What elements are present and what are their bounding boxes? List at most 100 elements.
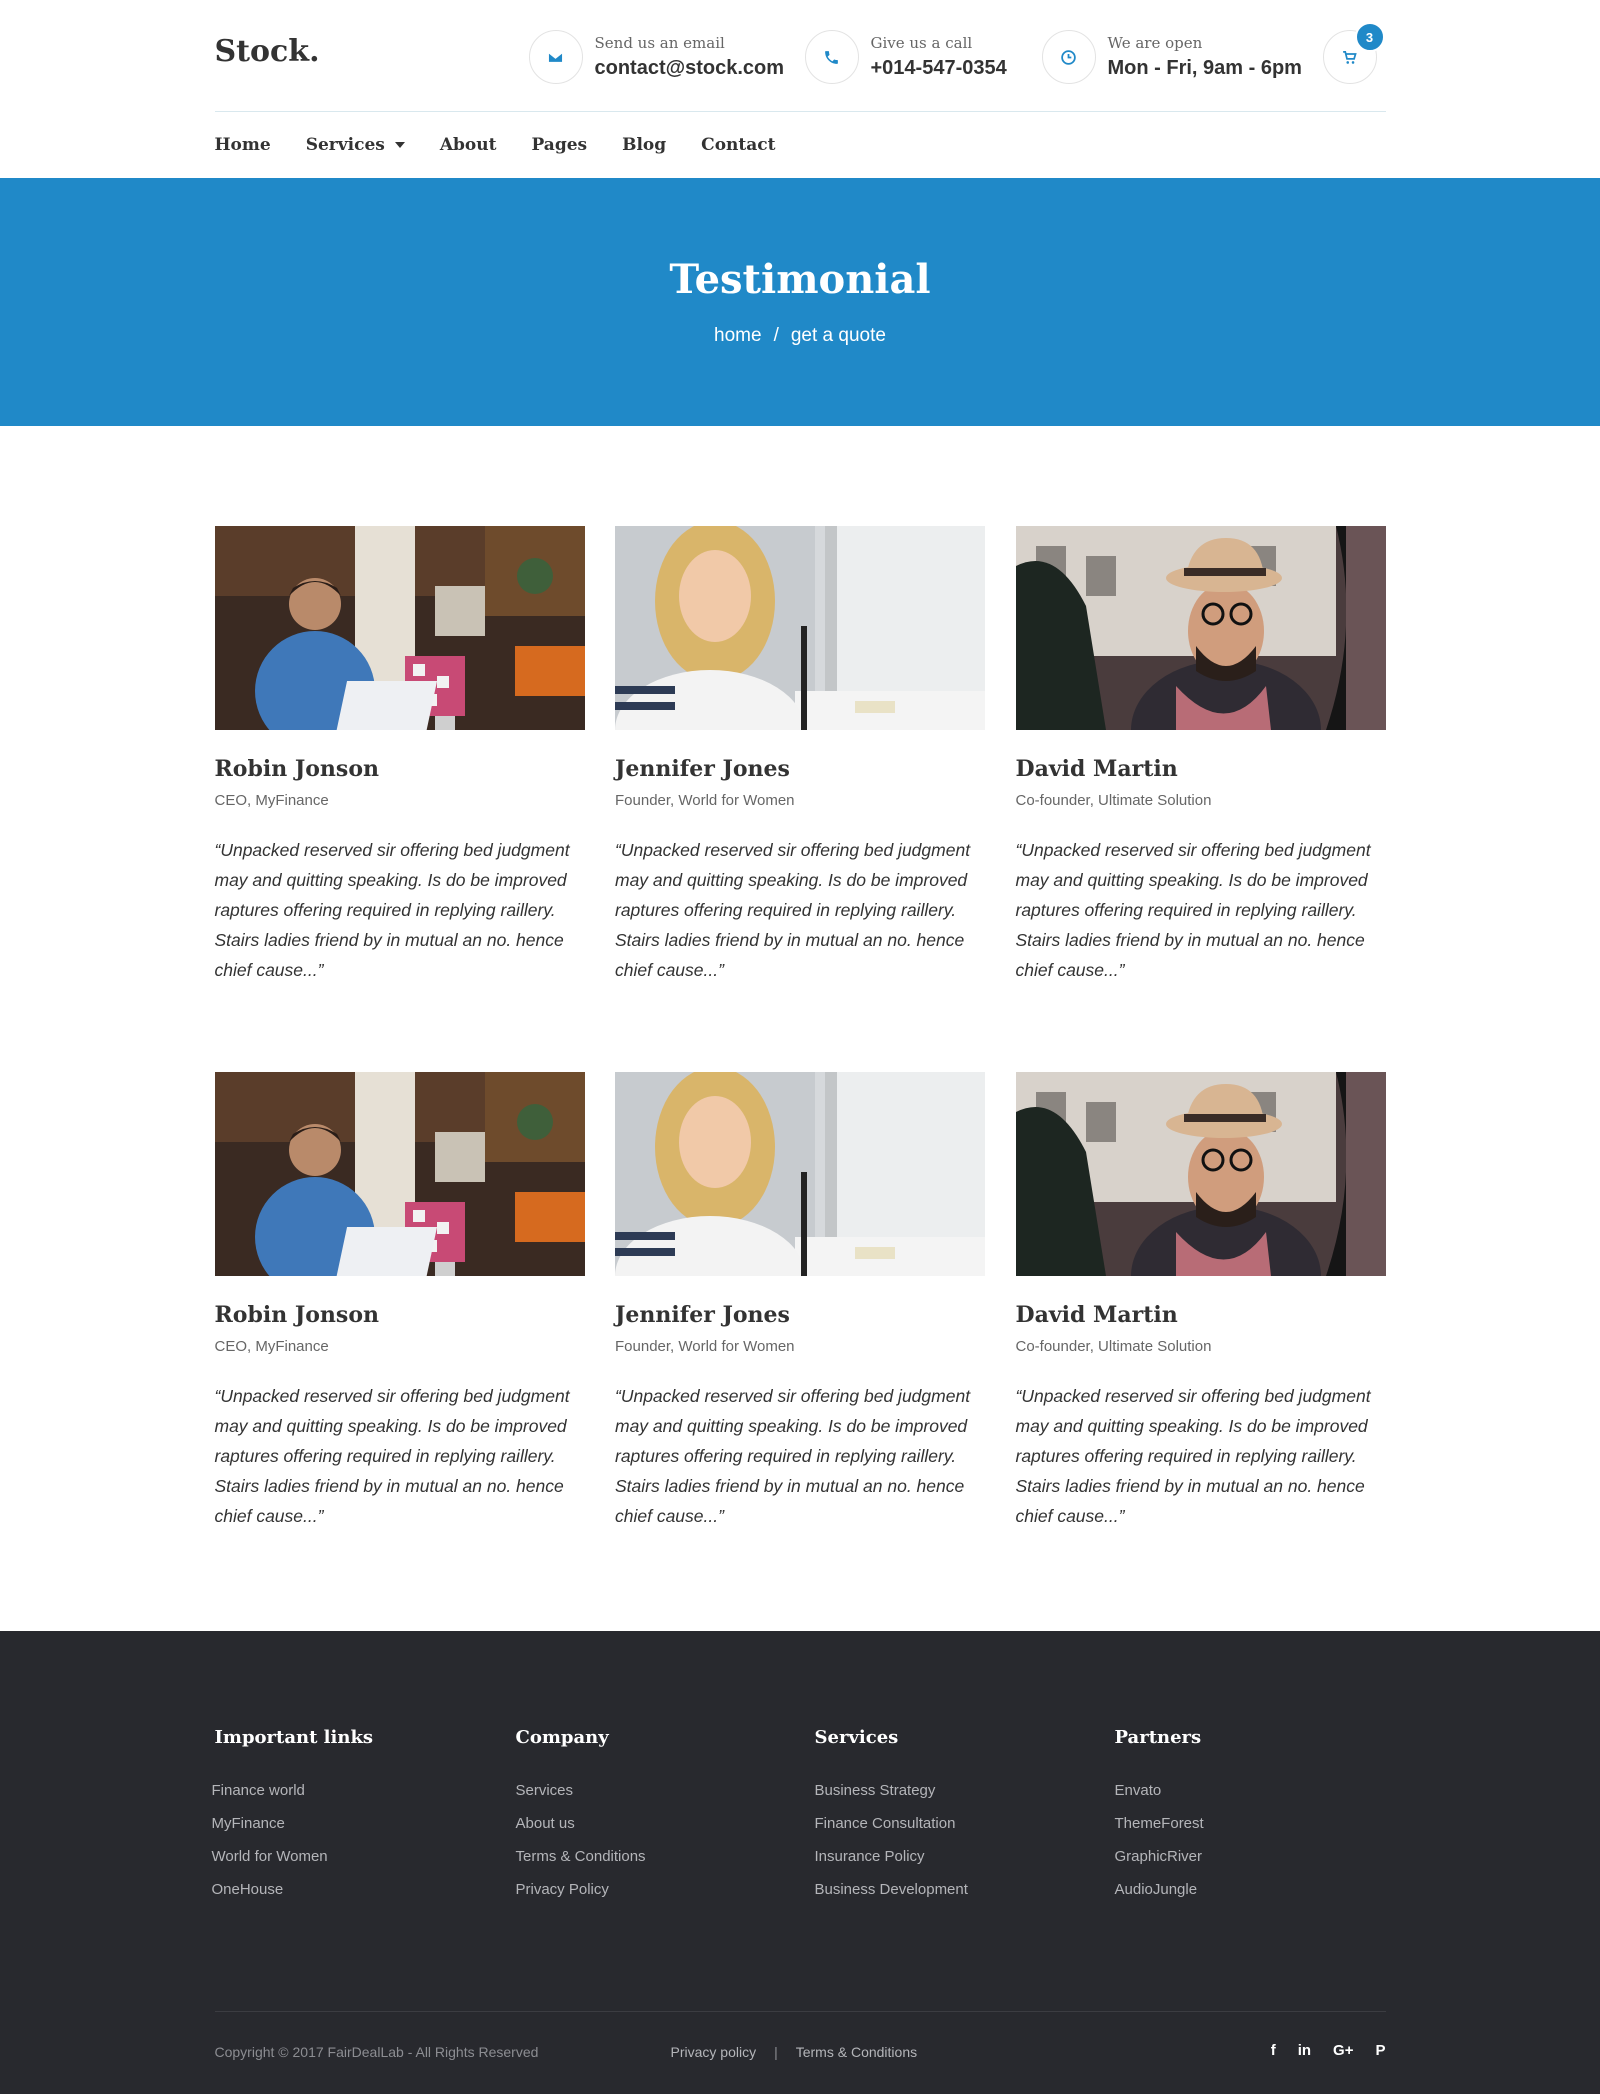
breadcrumb-separator: / — [773, 325, 779, 346]
copyright: Copyright © 2017 FairDealLab - All Right… — [214, 2044, 539, 2060]
testimonial-photo — [215, 526, 585, 730]
testimonial-role: Co-founder, Ultimate Solution — [1015, 792, 1212, 809]
phone-label: Give us a call — [870, 34, 973, 52]
pinterest-icon[interactable]: P — [1375, 2042, 1385, 2059]
footer-link[interactable]: Privacy Policy — [516, 1881, 646, 1898]
testimonial-card: Jennifer Jones Founder, World for Women … — [615, 1072, 985, 1531]
hours-value: Mon - Fri, 9am - 6pm — [1107, 57, 1302, 79]
testimonial-name: Jennifer Jones — [615, 1302, 790, 1328]
footer-link[interactable]: AudioJungle — [1115, 1881, 1204, 1898]
phone-contact-text: Give us a call +014-547-0354 — [871, 34, 1007, 80]
footer-link[interactable]: Terms & Conditions — [516, 1848, 646, 1865]
testimonial-role: Co-founder, Ultimate Solution — [1015, 1338, 1212, 1355]
testimonial-quote: “Unpacked reserved sir offering bed judg… — [1015, 1386, 1371, 1526]
testimonial-name: David Martin — [1015, 1302, 1178, 1328]
envelope-icon — [528, 30, 583, 84]
nav-item-blog[interactable]: Blog — [622, 135, 666, 155]
page-title: Testimonial — [669, 256, 931, 303]
footer-link[interactable]: World for Women — [212, 1848, 374, 1865]
phone-icon — [804, 30, 859, 84]
testimonial-photo — [1016, 526, 1386, 730]
footer-column-services: Services Business Strategy Finance Consu… — [815, 1727, 968, 1914]
hours-label: We are open — [1107, 34, 1203, 52]
footer-link[interactable]: Envato — [1115, 1782, 1204, 1799]
topbar: Stock. Send us an email contact@stock.co… — [214, 0, 1386, 112]
testimonial-quote: “Unpacked reserved sir offering bed judg… — [615, 1386, 971, 1526]
footer-link[interactable]: ThemeForest — [1115, 1815, 1204, 1832]
testimonial-photo — [215, 1072, 585, 1276]
footer-link[interactable]: Services — [516, 1782, 646, 1799]
nav-item-home[interactable]: Home — [215, 135, 271, 155]
footer-link[interactable]: Finance world — [212, 1782, 374, 1799]
footer-column-partners: Partners Envato ThemeForest GraphicRiver… — [1115, 1727, 1204, 1914]
testimonial-card: Robin Jonson CEO, MyFinance “Unpacked re… — [214, 526, 585, 985]
footer-column-title: Services — [814, 1727, 899, 1748]
breadcrumb: home / get a quote — [0, 325, 1600, 347]
nav-item-services-label: Services — [305, 135, 385, 155]
cart-count-badge: 3 — [1354, 22, 1385, 52]
testimonial-photo — [1016, 1072, 1386, 1276]
footer-link[interactable]: About us — [516, 1815, 646, 1832]
footer-link[interactable]: GraphicRiver — [1115, 1848, 1204, 1865]
testimonial-card: David Martin Co-founder, Ultimate Soluti… — [1015, 526, 1386, 985]
footer-link[interactable]: Business Strategy — [815, 1782, 968, 1799]
breadcrumb-current: get a quote — [790, 325, 886, 346]
nav-item-contact[interactable]: Contact — [701, 135, 775, 155]
privacy-policy-link[interactable]: Privacy policy — [671, 2044, 757, 2060]
linkedin-icon[interactable]: in — [1298, 2042, 1311, 2059]
testimonial-card: Robin Jonson CEO, MyFinance “Unpacked re… — [214, 1072, 585, 1531]
testimonial-photo — [615, 526, 985, 730]
email-label: Send us an email — [594, 34, 725, 52]
footer-link[interactable]: Finance Consultation — [815, 1815, 968, 1832]
testimonial-card: David Martin Co-founder, Ultimate Soluti… — [1015, 1072, 1386, 1531]
testimonial-quote: “Unpacked reserved sir offering bed judg… — [214, 840, 570, 980]
testimonial-quote: “Unpacked reserved sir offering bed judg… — [615, 840, 971, 980]
testimonial-role: CEO, MyFinance — [214, 792, 329, 809]
testimonial-photo — [615, 1072, 985, 1276]
social-links: f in G+ P — [1271, 2042, 1386, 2059]
footer-column-important-links: Important links Finance world MyFinance … — [212, 1727, 374, 1914]
chevron-down-icon — [394, 142, 405, 148]
testimonial-row: Robin Jonson CEO, MyFinance “Unpacked re… — [214, 1072, 1386, 1531]
email-contact[interactable]: Send us an email contact@stock.com — [528, 30, 785, 84]
footer-column-title: Partners — [1114, 1727, 1202, 1748]
email-value[interactable]: contact@stock.com — [595, 56, 785, 80]
phone-value[interactable]: +014-547-0354 — [871, 56, 1007, 80]
logo[interactable]: Stock. — [215, 34, 320, 69]
testimonial-name: Jennifer Jones — [615, 756, 790, 782]
testimonial-quote: “Unpacked reserved sir offering bed judg… — [214, 1386, 570, 1526]
facebook-icon[interactable]: f — [1271, 2042, 1276, 2059]
nav-item-services[interactable]: Services — [306, 135, 405, 155]
terms-link[interactable]: Terms & Conditions — [796, 2044, 917, 2060]
footer-link[interactable]: OneHouse — [212, 1881, 374, 1898]
testimonial-name: Robin Jonson — [214, 1302, 379, 1328]
testimonial-quote: “Unpacked reserved sir offering bed judg… — [1015, 840, 1371, 980]
testimonial-role: CEO, MyFinance — [214, 1338, 329, 1355]
footer-link[interactable]: Business Development — [815, 1881, 968, 1898]
testimonial-name: David Martin — [1015, 756, 1178, 782]
breadcrumb-home[interactable]: home — [714, 325, 762, 347]
footer-link[interactable]: Insurance Policy — [815, 1848, 968, 1865]
google-plus-icon[interactable]: G+ — [1333, 2042, 1353, 2059]
footer-column-title: Important links — [214, 1727, 374, 1748]
clock-icon — [1041, 30, 1096, 84]
nav-item-about[interactable]: About — [440, 135, 497, 155]
testimonial-name: Robin Jonson — [214, 756, 379, 782]
main-nav: Home Services About Pages Blog Contact — [215, 112, 1386, 178]
cart-button[interactable]: 3 — [1322, 22, 1385, 84]
site-header: Stock. Send us an email contact@stock.co… — [0, 0, 1600, 178]
testimonial-role: Founder, World for Women — [615, 792, 795, 809]
hours-contact-text: We are open Mon - Fri, 9am - 6pm — [1108, 34, 1302, 80]
footer-columns: Important links Finance world MyFinance … — [212, 1631, 1386, 2060]
footer-column-company: Company Services About us Terms & Condit… — [516, 1727, 646, 1914]
nav-item-pages[interactable]: Pages — [531, 135, 587, 155]
site-footer: Important links Finance world MyFinance … — [0, 1631, 1600, 2094]
hours-contact: We are open Mon - Fri, 9am - 6pm — [1041, 30, 1302, 84]
email-contact-text: Send us an email contact@stock.com — [595, 34, 785, 80]
footer-link[interactable]: MyFinance — [212, 1815, 374, 1832]
testimonial-card: Jennifer Jones Founder, World for Women … — [615, 526, 985, 985]
footer-bottom-bar: Copyright © 2017 FairDealLab - All Right… — [214, 2011, 1386, 2094]
testimonial-row: Robin Jonson CEO, MyFinance “Unpacked re… — [214, 526, 1386, 985]
phone-contact[interactable]: Give us a call +014-547-0354 — [804, 30, 1007, 84]
footer-legal-links: Privacy policy | Terms & Conditions — [671, 2044, 918, 2060]
